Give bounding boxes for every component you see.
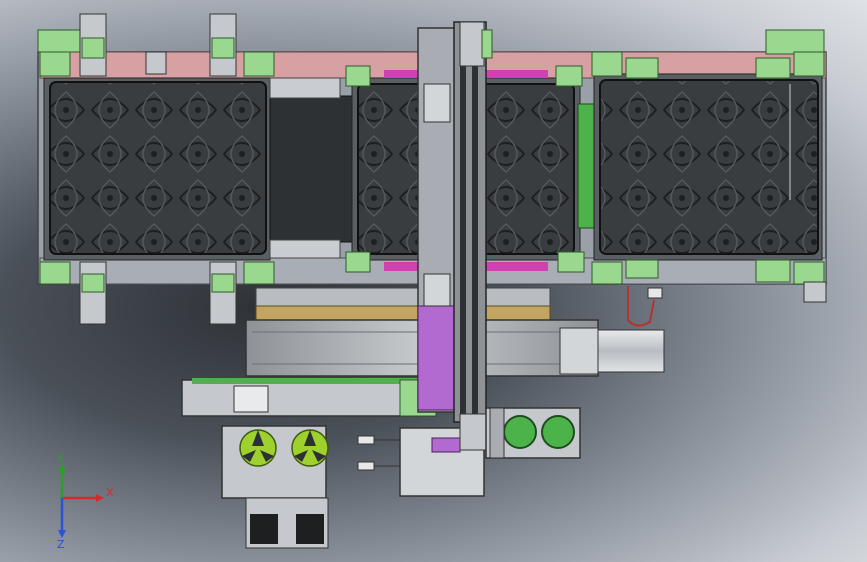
cad-assembly-viewport: X Y Z	[37, 13, 827, 551]
motor-cable	[627, 281, 827, 327]
transfer-arm	[181, 378, 437, 417]
triad-x-label: X	[106, 486, 114, 499]
tray-channel	[269, 77, 357, 259]
triad-z-label: Z	[57, 538, 65, 551]
triad-y-label: Y	[56, 452, 64, 465]
tray-right	[593, 73, 823, 261]
chuck-station	[221, 425, 329, 549]
sensor-connectors	[357, 435, 400, 471]
y-axis-gantry	[417, 21, 493, 423]
coordinate-triad: X Y Z	[56, 452, 114, 551]
gripper-head	[399, 407, 581, 497]
tray-left	[43, 77, 271, 261]
